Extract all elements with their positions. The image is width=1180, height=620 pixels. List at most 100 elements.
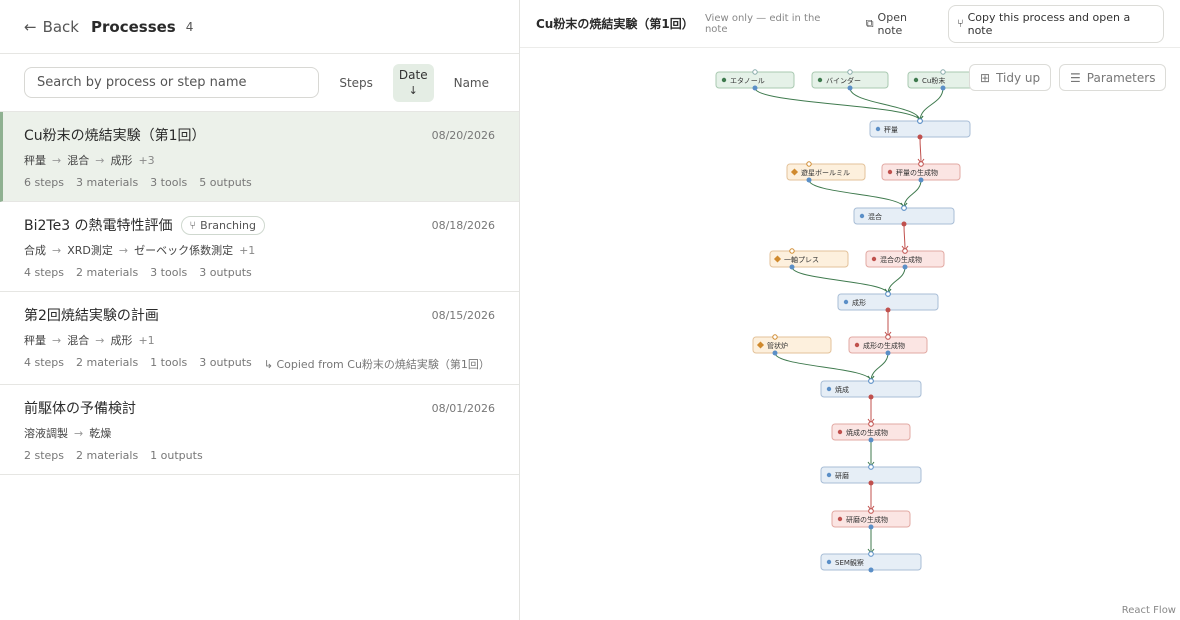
process-item[interactable]: Bi2Te3 の熱電特性評価 ⑂ Branching 08/18/2026 合成…: [0, 202, 519, 292]
process-meta: 6 steps 3 materials 3 tools 5 outputs: [24, 176, 495, 201]
steps-count: 4 steps: [24, 266, 65, 279]
steps-count: 2 steps: [24, 449, 65, 462]
copied-from-note: ↳ Copied from Cu粉末の焼結実験（第1回）: [264, 356, 490, 372]
fork-icon: ⑂: [957, 17, 964, 30]
process-date: 08/01/2026: [431, 401, 495, 415]
react-flow-attribution[interactable]: React Flow: [1122, 605, 1176, 616]
process-name: Cu粉末の焼結実験（第1回）: [24, 128, 206, 144]
arrow-right-icon: →: [52, 153, 62, 167]
flow-handle: [868, 394, 874, 400]
more-steps-count: +3: [138, 153, 155, 167]
flow-handle: [885, 307, 891, 313]
flow-node-label: 焼成: [835, 385, 849, 394]
flow-handle: [902, 248, 908, 254]
flow-handle: [940, 85, 946, 91]
sort-date-button[interactable]: Date ↓: [392, 63, 434, 102]
process-detail-pane: Cu粉末の焼結実験（第1回） View only — edit in the n…: [520, 0, 1180, 620]
flow-handle: [868, 464, 874, 470]
search-input[interactable]: [24, 67, 320, 98]
detail-header: Cu粉末の焼結実験（第1回） View only — edit in the n…: [520, 0, 1180, 48]
open-note-link[interactable]: ⧉ Open note: [866, 11, 934, 37]
process-meta: 4 steps 2 materials 3 tools 3 outputs: [24, 266, 495, 291]
arrow-right-icon: →: [52, 333, 62, 347]
materials-count: 2 materials: [76, 449, 139, 462]
step-label: 秤量: [24, 154, 46, 167]
flow-node-label: 一軸プレス: [784, 255, 819, 264]
flow-handle: [868, 421, 874, 427]
flow-canvas[interactable]: エタノール バインダー Cu粉末 秤量 混合 成形 焼成 研磨 SEM観察 秤量の生成物 混合の生成…: [520, 48, 1180, 620]
process-date: 08/18/2026: [431, 218, 495, 232]
flow-handle: [885, 334, 891, 340]
tidy-up-button[interactable]: ⊞ Tidy up: [969, 64, 1052, 91]
flow-node-label: 成形: [852, 298, 866, 307]
external-link-icon: ⧉: [865, 16, 874, 30]
flow-handle: [917, 118, 923, 124]
open-note-label: Open note: [877, 10, 907, 37]
process-name: 第2回焼結実験の計画: [24, 308, 159, 324]
arrow-right-icon: →: [52, 243, 62, 257]
back-button[interactable]: ← Back: [24, 18, 79, 36]
flow-node-label: Cu粉末: [922, 76, 945, 85]
step-label: 合成: [24, 244, 46, 257]
sort-name-button[interactable]: Name: [448, 70, 495, 96]
branching-badge: ⑂ Branching: [180, 215, 265, 235]
copy-process-button[interactable]: ⑂ Copy this process and open a note: [948, 4, 1164, 43]
tools-count: 3 tools: [150, 176, 188, 189]
flow-graph[interactable]: エタノール バインダー Cu粉末秤量混合成形焼成研磨 SEM観察 秤量の生成物混合の生成…: [520, 48, 1180, 620]
step-preview: 合成 → XRD測定 → ゼーベック係数測定 +1: [24, 242, 495, 258]
flow-handle: [901, 221, 907, 227]
flow-node-label: 遊星ボールミル: [801, 168, 850, 177]
flow-node-label: 管状炉: [767, 341, 788, 350]
copied-from-label: Copied from Cu粉末の焼結実験（第1回）: [276, 358, 490, 371]
flow-tool-node[interactable]: 一軸プレス: [769, 250, 849, 268]
outputs-count: 3 outputs: [199, 356, 252, 369]
flow-node-label: バインダー: [826, 76, 861, 85]
more-steps-count: +1: [239, 243, 256, 257]
materials-count: 3 materials: [76, 176, 139, 189]
flow-handle: [885, 291, 891, 297]
step-preview: 溶液調製 → 乾燥: [24, 425, 495, 441]
flow-node-label: エタノール: [730, 76, 765, 85]
flow-node-label: 秤量: [884, 125, 898, 134]
process-date: 08/20/2026: [431, 128, 495, 142]
flow-node-label: 混合の生成物: [880, 255, 922, 264]
flow-handle: [918, 177, 924, 183]
tools-count: 3 tools: [150, 266, 188, 279]
step-label: 成形: [110, 154, 133, 167]
flow-handle: [901, 205, 907, 211]
flow-node-label: 秤量の生成物: [896, 168, 938, 177]
process-item[interactable]: 前駆体の予備検討 08/01/2026 溶液調製 → 乾燥 2 steps 2 …: [0, 385, 519, 475]
parameters-label: Parameters: [1086, 70, 1156, 85]
step-label: 成形: [110, 334, 133, 347]
flow-edge: [903, 223, 906, 252]
return-arrow-icon: ↳: [263, 358, 273, 371]
page-title: Processes: [91, 17, 176, 36]
process-list-pane: ← Back Processes 4 Steps Date ↓ Name Cu粉…: [0, 0, 520, 620]
process-item[interactable]: 第2回焼結実験の計画 08/15/2026 秤量 → 混合 → 成形 +1 4 …: [0, 292, 519, 385]
list-toolbar: Steps Date ↓ Name: [0, 54, 519, 112]
arrow-down-icon: ↓: [408, 83, 418, 97]
parameters-button[interactable]: ☰ Parameters: [1059, 64, 1167, 91]
process-item[interactable]: Cu粉末の焼結実験（第1回） 08/20/2026 秤量 → 混合 → 成形 +…: [0, 112, 519, 202]
step-label: 溶液調製: [24, 427, 68, 440]
outputs-count: 1 outputs: [150, 449, 203, 462]
flow-handle: [868, 437, 874, 443]
branch-icon: ⑂: [189, 218, 197, 232]
process-name: 前駆体の予備検討: [24, 401, 136, 417]
sort-steps-button[interactable]: Steps: [333, 70, 379, 96]
flow-tool-node[interactable]: 管状炉: [752, 336, 832, 354]
flow-edge: [808, 179, 905, 209]
flow-handle: [917, 134, 923, 140]
arrow-right-icon: →: [95, 153, 105, 167]
flow-node-label: 混合: [868, 212, 882, 221]
flow-node-label: 焼成の生成物: [846, 428, 888, 437]
process-date: 08/15/2026: [431, 308, 495, 322]
flow-handle: [868, 551, 874, 557]
flow-handle: [868, 378, 874, 384]
list-header: ← Back Processes 4: [0, 0, 519, 54]
step-label: 混合: [67, 334, 90, 347]
outputs-count: 5 outputs: [199, 176, 252, 189]
flow-handle: [752, 85, 758, 91]
flow-tool-node[interactable]: 遊星ボールミル: [786, 163, 866, 181]
flow-handle: [902, 264, 908, 270]
